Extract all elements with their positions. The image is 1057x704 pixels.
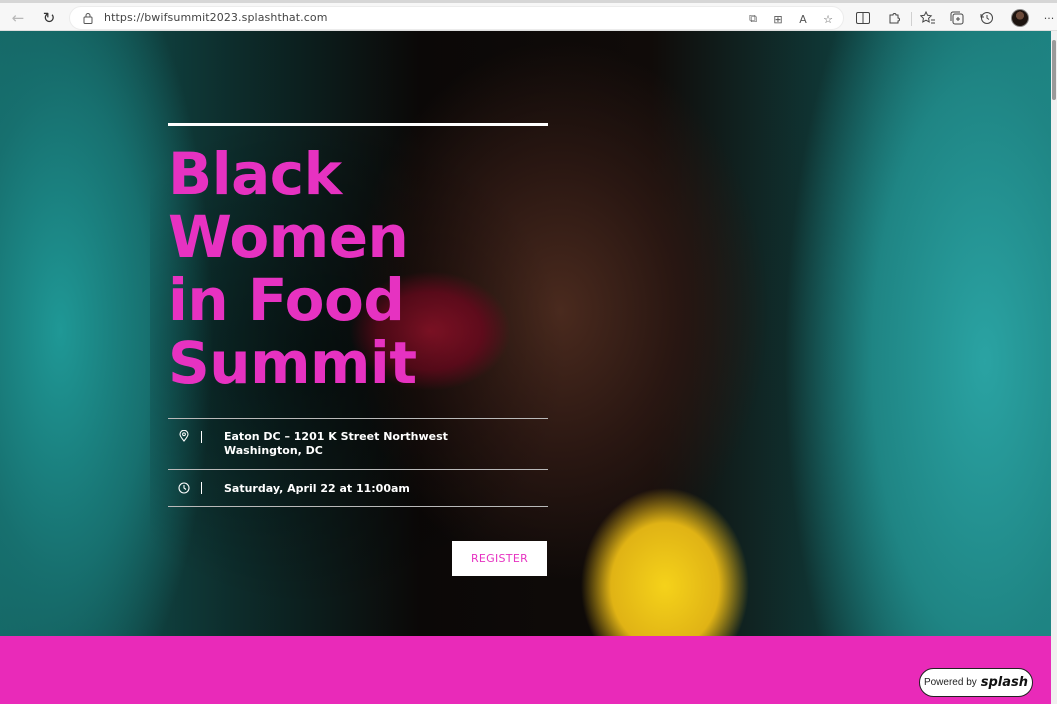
event-title: Black Women in Food Summit [168,143,548,395]
read-aloud-icon[interactable]: A [795,11,811,27]
register-button[interactable]: REGISTER [452,541,547,576]
extensions-icon[interactable] [885,9,903,27]
location-row: Eaton DC – 1201 K Street Northwest Washi… [168,418,548,469]
url-text: https://bwifsummit2023.splashthat.com [104,11,328,24]
collections-icon[interactable] [948,9,966,27]
powered-by-splash-badge[interactable]: Powered by splash [919,668,1033,697]
event-location: Eaton DC – 1201 K Street Northwest Washi… [224,430,448,457]
history-icon[interactable] [978,9,996,27]
title-line: Black [168,140,342,208]
pink-footer-band [0,636,1051,704]
page-scrollbar-track[interactable] [1051,31,1057,704]
map-pin-icon [179,430,189,442]
event-datetime: Saturday, April 22 at 11:00am [224,482,410,495]
title-line: Women [168,203,409,271]
clock-icon [178,482,190,494]
split-screen-icon[interactable] [854,9,872,27]
title-line: Summit [168,329,417,397]
browser-toolbar: ← ↻ https://bwifsummit2023.splashthat.co… [0,0,1057,31]
hero-section: Black Women in Food Summit Eaton DC – 12… [0,31,1051,636]
qr-code-icon[interactable]: ⊞ [770,11,786,27]
reload-icon[interactable]: ↻ [40,9,58,27]
back-icon[interactable]: ← [9,9,27,27]
profile-avatar[interactable] [1011,9,1029,27]
datetime-row: Saturday, April 22 at 11:00am [168,469,548,506]
title-line: in Food [168,266,405,334]
page-scrollbar-thumb[interactable] [1052,40,1056,100]
splash-logo: splash [980,675,1029,690]
more-options-icon[interactable]: ··· [1040,9,1057,27]
add-favorite-icon[interactable]: ☆ [820,11,836,27]
title-rule [168,123,548,126]
row-divider [201,482,202,494]
info-divider [168,506,548,507]
toolbar-divider [911,12,912,26]
powered-by-label: Powered by [923,677,977,688]
app-available-icon[interactable]: ⧉ [745,11,761,27]
lock-icon [83,13,93,24]
favorites-icon[interactable] [918,9,936,27]
address-bar[interactable]: https://bwifsummit2023.splashthat.com ⧉ … [69,6,844,30]
row-divider [201,431,202,443]
